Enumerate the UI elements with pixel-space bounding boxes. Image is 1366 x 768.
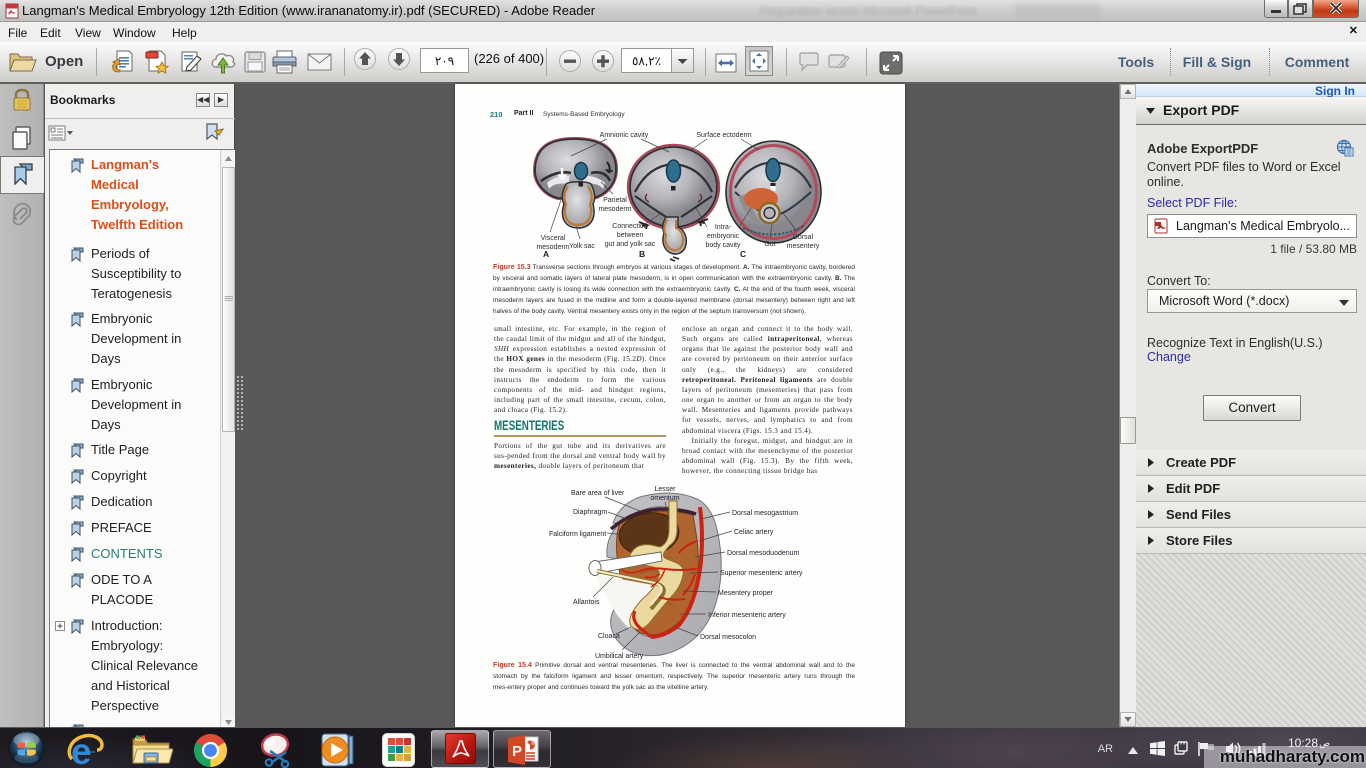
- svg-text:Dorsal: Dorsal: [793, 234, 814, 241]
- svg-text:e: e: [71, 731, 92, 768]
- svg-text:between: between: [617, 232, 644, 239]
- svg-text:Diaphragm: Diaphragm: [573, 509, 607, 516]
- svg-text:Superior mesenteric artery: Superior mesenteric artery: [720, 570, 803, 577]
- svg-text:C: C: [740, 249, 746, 259]
- svg-text:Amnionic cavity: Amnionic cavity: [600, 132, 649, 139]
- svg-text:mesoderm: mesoderm: [598, 206, 631, 213]
- svg-text:embryonic: embryonic: [707, 233, 740, 240]
- svg-text:Bare area of liver: Bare area of liver: [571, 490, 625, 497]
- svg-text:Yolk sac: Yolk sac: [569, 243, 595, 250]
- svg-text:body cavity: body cavity: [705, 242, 741, 249]
- svg-text:Allantois: Allantois: [573, 599, 600, 606]
- svg-text:Dorsal mesoduodenum: Dorsal mesoduodenum: [727, 550, 800, 557]
- svg-text:Gut: Gut: [764, 241, 775, 248]
- svg-text:B: B: [639, 249, 645, 259]
- svg-text:Surface ectoderm: Surface ectoderm: [696, 132, 751, 139]
- svg-text:mesoderm: mesoderm: [536, 244, 569, 251]
- svg-text:mesentery: mesentery: [787, 243, 820, 250]
- svg-text:Connection: Connection: [612, 223, 648, 230]
- svg-text:omentum: omentum: [650, 495, 679, 502]
- svg-text:Inferior mesenteric artery: Inferior mesenteric artery: [708, 612, 786, 619]
- svg-text:Celiac artery: Celiac artery: [734, 529, 774, 536]
- svg-text:gut and yolk sac: gut and yolk sac: [605, 241, 656, 248]
- svg-text:Intra-: Intra-: [715, 224, 732, 231]
- svg-text:Mesentery proper: Mesentery proper: [718, 590, 774, 597]
- svg-text:A: A: [543, 249, 549, 259]
- svg-text:Falciform ligament: Falciform ligament: [549, 531, 606, 538]
- svg-text:Parietal: Parietal: [603, 197, 627, 204]
- svg-text:Visceral: Visceral: [541, 235, 566, 242]
- svg-text:Dorsal mesocolon: Dorsal mesocolon: [700, 634, 756, 641]
- svg-text:Dorsal mesogastrium: Dorsal mesogastrium: [732, 510, 798, 517]
- svg-text:P: P: [512, 743, 522, 760]
- svg-text:Umbilical artery: Umbilical artery: [595, 653, 644, 660]
- svg-text:Lesser: Lesser: [654, 486, 676, 493]
